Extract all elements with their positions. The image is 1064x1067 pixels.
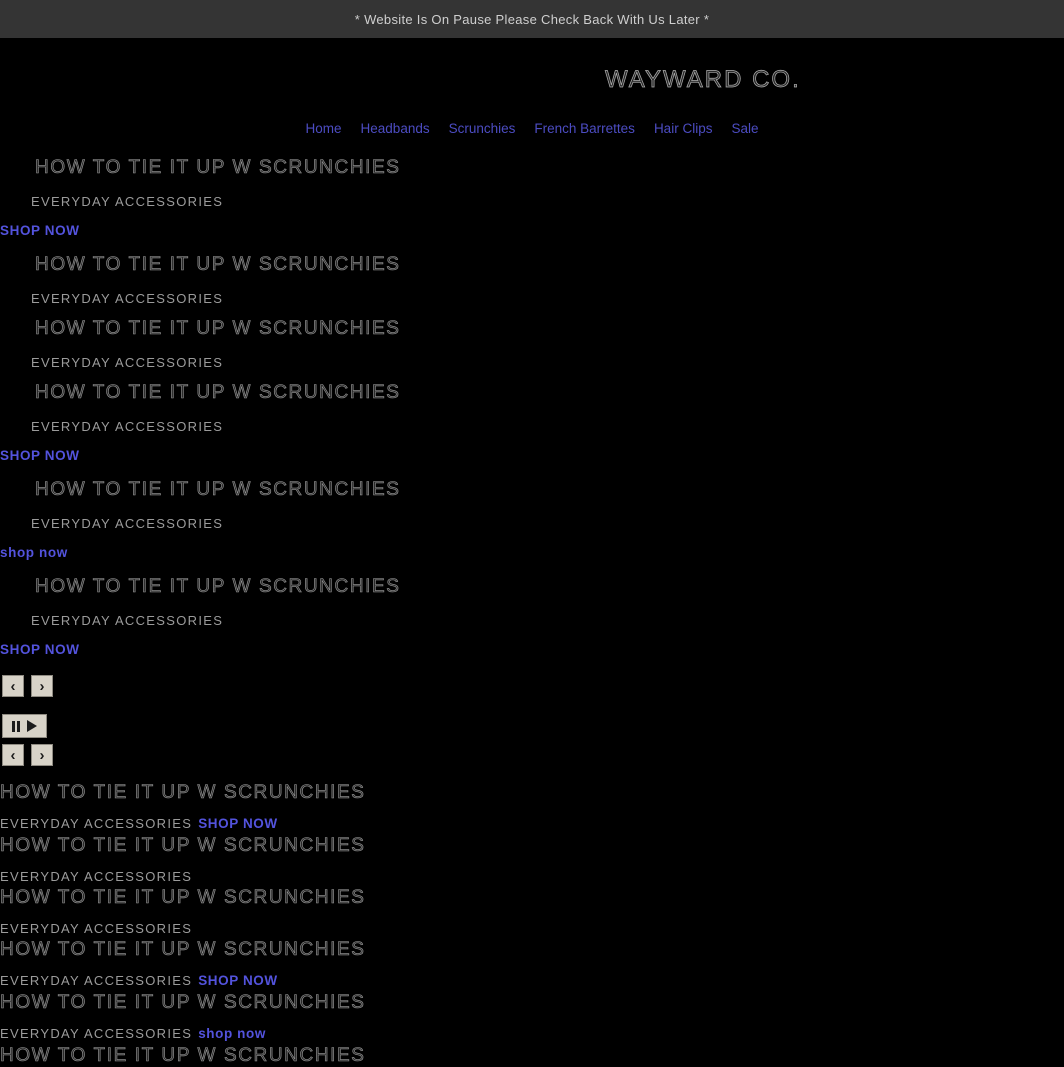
main-nav: Home Headbands Scrunchies French Barrett… (0, 121, 1064, 136)
chevron-left-icon: ‹ (10, 746, 16, 764)
play-icon (27, 720, 37, 732)
nav-item-scrunchies[interactable]: Scrunchies (449, 121, 516, 136)
item-subheading: EVERYDAY ACCESSORIES (0, 1026, 193, 1041)
slide-heading: HOW TO TIE IT UP W SCRUNCHIES (35, 318, 401, 339)
slide-subheading: EVERYDAY ACCESSORIES (31, 291, 224, 306)
slide: HOW TO TIE IT UP W SCRUNCHIES EVERYDAY A… (0, 254, 1064, 306)
pause-banner: * Website Is On Pause Please Check Back … (0, 0, 1064, 38)
shop-now-link[interactable]: SHOP NOW (0, 449, 80, 463)
slide-subheading: EVERYDAY ACCESSORIES (31, 194, 224, 209)
slide: HOW TO TIE IT UP W SCRUNCHIES EVERYDAY A… (0, 318, 1064, 370)
item-heading: HOW TO TIE IT UP W SCRUNCHIES (0, 939, 366, 960)
shop-now-link[interactable]: SHOP NOW (198, 817, 278, 831)
list-item: HOW TO TIE IT UP W SCRUNCHIES EVERYDAY A… (0, 782, 1064, 831)
nav-item-sale[interactable]: Sale (731, 121, 758, 136)
nav-item-french-barrettes[interactable]: French Barrettes (534, 121, 635, 136)
nav-item-headbands[interactable]: Headbands (361, 121, 430, 136)
slide-heading: HOW TO TIE IT UP W SCRUNCHIES (35, 479, 401, 500)
slide-subheading: EVERYDAY ACCESSORIES (31, 613, 224, 628)
slide: HOW TO TIE IT UP W SCRUNCHIES EVERYDAY A… (0, 382, 1064, 465)
slide-subheading: EVERYDAY ACCESSORIES (31, 516, 224, 531)
chevron-left-icon: ‹ (10, 677, 16, 695)
item-subheading: EVERYDAY ACCESSORIES (0, 869, 193, 884)
list-item: HOW TO TIE IT UP W SCRUNCHIES EVERYDAY A… (0, 887, 1064, 936)
item-subheading: EVERYDAY ACCESSORIES (0, 816, 193, 831)
slide-heading: HOW TO TIE IT UP W SCRUNCHIES (35, 254, 401, 275)
prev-slide-button[interactable]: ‹ (2, 744, 24, 766)
next-slide-button[interactable]: › (31, 744, 53, 766)
slide-heading: HOW TO TIE IT UP W SCRUNCHIES (35, 157, 401, 178)
slide-text-listing: HOW TO TIE IT UP W SCRUNCHIES EVERYDAY A… (0, 782, 1064, 1067)
shop-now-link[interactable]: shop now (198, 1027, 266, 1041)
pause-play-button[interactable] (2, 714, 47, 738)
list-item: HOW TO TIE IT UP W SCRUNCHIES EVERYDAY A… (0, 992, 1064, 1041)
slide: HOW TO TIE IT UP W SCRUNCHIES EVERYDAY A… (0, 157, 1064, 240)
list-item: HOW TO TIE IT UP W SCRUNCHIES EVERYDAY A… (0, 835, 1064, 884)
item-subheading: EVERYDAY ACCESSORIES (0, 921, 193, 936)
slide-subheading: EVERYDAY ACCESSORIES (31, 355, 224, 370)
item-heading: HOW TO TIE IT UP W SCRUNCHIES (0, 992, 366, 1013)
chevron-right-icon: › (39, 677, 45, 695)
slideshow-controls: ‹ › ‹ › (2, 675, 1064, 766)
slide: HOW TO TIE IT UP W SCRUNCHIES EVERYDAY A… (0, 576, 1064, 659)
slide-heading: HOW TO TIE IT UP W SCRUNCHIES (35, 576, 401, 597)
slide-heading: HOW TO TIE IT UP W SCRUNCHIES (35, 382, 401, 403)
chevron-right-icon: › (39, 746, 45, 764)
pause-icon (12, 720, 20, 732)
item-heading: HOW TO TIE IT UP W SCRUNCHIES (0, 1045, 366, 1066)
nav-item-hair-clips[interactable]: Hair Clips (654, 121, 713, 136)
slide-subheading: EVERYDAY ACCESSORIES (31, 419, 224, 434)
list-item: HOW TO TIE IT UP W SCRUNCHIES EVERYDAY A… (0, 939, 1064, 988)
shop-now-link[interactable]: shop now (0, 546, 68, 560)
item-heading: HOW TO TIE IT UP W SCRUNCHIES (0, 782, 366, 803)
shop-now-link[interactable]: SHOP NOW (0, 643, 80, 657)
list-item: HOW TO TIE IT UP W SCRUNCHIES EVERYDAY A… (0, 1045, 1064, 1067)
next-slide-button[interactable]: › (31, 675, 53, 697)
prev-slide-button[interactable]: ‹ (2, 675, 24, 697)
pause-banner-text: * Website Is On Pause Please Check Back … (354, 11, 710, 27)
hero-slideshow: HOW TO TIE IT UP W SCRUNCHIES EVERYDAY A… (0, 157, 1064, 766)
item-heading: HOW TO TIE IT UP W SCRUNCHIES (0, 835, 366, 856)
item-subheading: EVERYDAY ACCESSORIES (0, 973, 193, 988)
slide: HOW TO TIE IT UP W SCRUNCHIES EVERYDAY A… (0, 479, 1064, 562)
shop-now-link[interactable]: SHOP NOW (0, 224, 80, 238)
item-heading: HOW TO TIE IT UP W SCRUNCHIES (0, 887, 366, 908)
nav-item-home[interactable]: Home (306, 121, 342, 136)
shop-now-link[interactable]: SHOP NOW (198, 974, 278, 988)
store-logo[interactable]: WAYWARD CO. (605, 65, 1064, 95)
